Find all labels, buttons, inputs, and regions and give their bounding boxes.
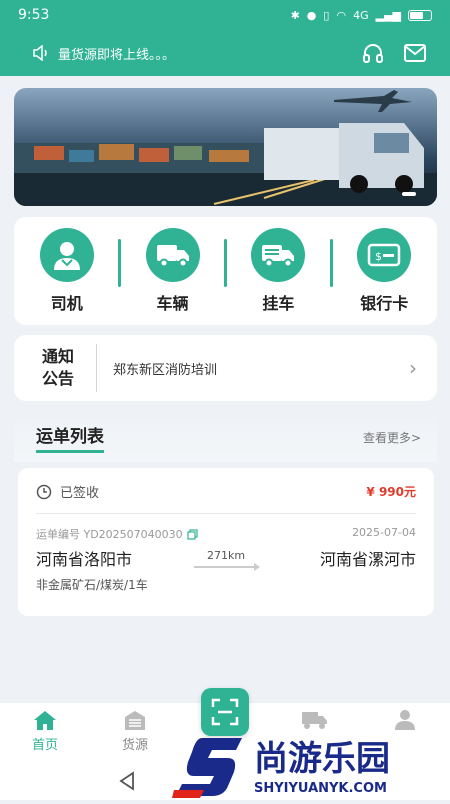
notice-card-title: 通知 公告	[34, 346, 82, 390]
warehouse-icon	[125, 711, 145, 730]
tab-label: 首页	[31, 738, 58, 753]
arrow-right-icon	[194, 562, 260, 571]
quick-menu: 司机 车辆 挂车 $ 银行卡	[14, 217, 437, 325]
distance-text: 271km	[206, 548, 246, 562]
route-distance: 271km	[194, 548, 260, 571]
scan-icon	[211, 698, 239, 726]
driver-icon	[39, 228, 94, 282]
destination-city: 河南省漯河市	[319, 550, 416, 569]
svg-text:$: $	[375, 250, 382, 263]
notice-title-line: 公告	[41, 369, 74, 388]
chevron-right-icon: ›	[409, 356, 417, 380]
clock-icon	[36, 484, 52, 499]
quick-item-label: 司机	[50, 294, 83, 313]
view-more-link[interactable]: 查看更多>	[363, 429, 421, 446]
quick-item-label: 车辆	[156, 294, 189, 313]
waybill-number: 运单编号 YD202507040030	[36, 528, 183, 541]
network-label: 4G	[353, 8, 369, 22]
copy-icon[interactable]	[187, 528, 198, 540]
tab-label: 货源	[121, 738, 148, 753]
headset-icon[interactable]	[362, 43, 384, 63]
waybill-status-text: 已签收	[60, 486, 100, 501]
waybill-card[interactable]: 已签收 ¥ 990元 运单编号 YD202507040030 2025-07-0…	[18, 468, 434, 616]
user-icon	[395, 710, 415, 730]
quick-item-driver[interactable]: 司机	[25, 228, 109, 314]
home-icon	[34, 711, 56, 730]
banner-image	[14, 88, 437, 206]
status-time: 9:53	[18, 7, 50, 23]
bluetooth-icon: ✱	[290, 8, 300, 22]
header-notice[interactable]: 量货源即将上线。。。	[32, 44, 175, 63]
trailer-icon	[251, 228, 306, 282]
scan-button[interactable]	[201, 688, 249, 736]
truck-icon	[145, 228, 200, 282]
quick-item-label: 银行卡	[360, 294, 409, 313]
waybill-route: 河南省洛阳市 271km 河南省漯河市	[36, 546, 416, 571]
signal-icon: ▂▄▆	[375, 8, 401, 22]
top-bar: 9:53 ✱ ● ▯ ◠ 4G ▂▄▆ 量货源即将上线。。。	[0, 0, 450, 76]
notice-card-text: 郑东新区消防培训	[113, 362, 218, 378]
header-actions	[362, 43, 426, 63]
wifi-icon: ◠	[336, 8, 347, 22]
quick-item-bank-card[interactable]: $ 银行卡	[342, 228, 426, 314]
back-icon[interactable]	[118, 771, 136, 791]
waybill-date: 2025-07-04	[352, 526, 416, 539]
status-bar: 9:53 ✱ ● ▯ ◠ 4G ▂▄▆	[0, 0, 450, 30]
location-icon: ●	[306, 8, 317, 22]
divider	[223, 239, 227, 287]
header-notice-text: 量货源即将上线。。。	[58, 47, 176, 63]
watermark-logo: 尚游乐园 SHYIYUANYK.COM	[172, 730, 450, 800]
quick-item-vehicle[interactable]: 车辆	[131, 228, 215, 314]
divider	[118, 239, 122, 287]
battery-icon	[408, 9, 432, 21]
svg-text:尚游乐园: 尚游乐园	[254, 739, 390, 779]
truck-icon	[302, 712, 327, 729]
notice-title-line: 通知	[41, 347, 74, 366]
waybill-goods: 非金属矿石/煤炭/1车	[36, 578, 148, 592]
svg-text:SHYIYUANYK.COM: SHYIYUANYK.COM	[254, 781, 387, 796]
quick-item-trailer[interactable]: 挂车	[236, 228, 320, 314]
speaker-icon	[33, 45, 47, 61]
mail-icon[interactable]	[404, 44, 426, 62]
waybill-price: ¥ 990元	[366, 485, 416, 499]
origin-city: 河南省洛阳市	[36, 550, 133, 569]
divider	[96, 344, 97, 392]
tab-cargo[interactable]: 货源	[100, 709, 170, 765]
waybill-status: 已签收	[36, 482, 99, 501]
waybill-header: 已签收 ¥ 990元	[36, 482, 416, 514]
waybill-meta: 运单编号 YD202507040030 2025-07-04	[36, 526, 416, 542]
status-icons: ✱ ● ▯ ◠ 4G ▂▄▆	[291, 9, 432, 22]
divider	[329, 239, 333, 287]
header: 量货源即将上线。。。	[0, 30, 450, 76]
tab-home[interactable]: 首页	[10, 709, 80, 765]
banner-carousel[interactable]	[14, 88, 437, 206]
section-title: 运单列表	[36, 422, 104, 453]
quick-item-label: 挂车	[262, 294, 295, 313]
waybill-section-header: 运单列表 查看更多>	[14, 412, 437, 462]
notice-card[interactable]: 通知 公告 郑东新区消防培训 ›	[14, 335, 437, 401]
vibrate-icon: ▯	[323, 8, 330, 22]
bank-card-icon: $	[357, 228, 412, 282]
